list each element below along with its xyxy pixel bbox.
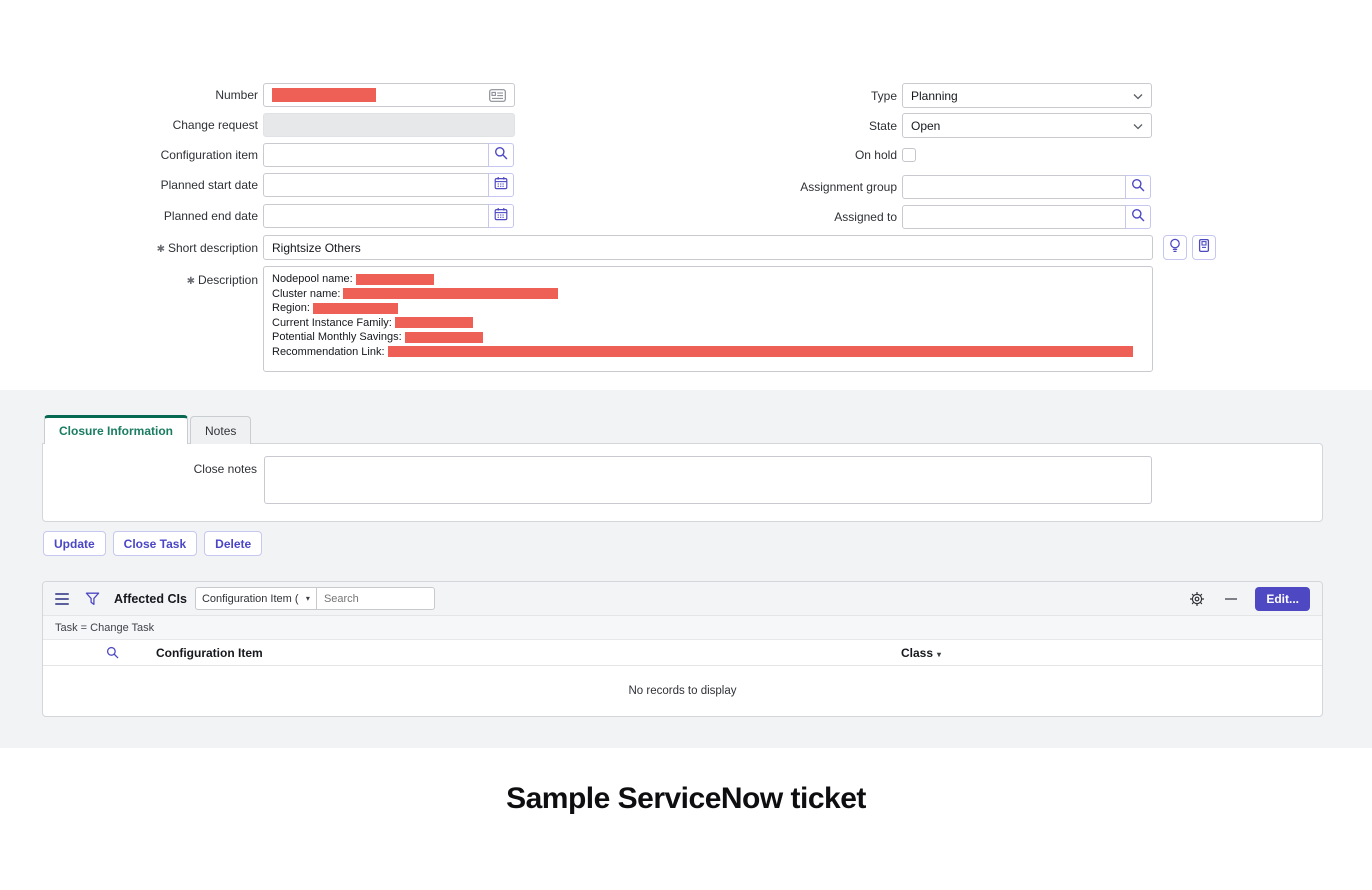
update-button[interactable]: Update	[43, 531, 106, 556]
number-label: Number	[0, 88, 258, 102]
form-action-buttons: Update Close Task Delete	[43, 531, 262, 556]
planned-end-date-input[interactable]	[263, 204, 489, 228]
affected-cis-list: Affected CIs Configuration Item ( ▾ Edit…	[42, 581, 1323, 717]
description-line: Potential Monthly Savings:	[272, 330, 1144, 345]
close-notes-label: Close notes	[43, 456, 257, 476]
assignment-group-label: Assignment group	[645, 180, 897, 194]
caret-down-icon: ▾	[306, 594, 310, 603]
affected-cis-toolbar: Affected CIs Configuration Item ( ▾ Edit…	[43, 582, 1322, 616]
change-request-label: Change request	[0, 118, 258, 132]
redacted-value	[405, 332, 483, 343]
description-line: Cluster name:	[272, 287, 1144, 302]
short-description-label: ✱Short description	[0, 241, 258, 255]
tab-closure-information[interactable]: Closure Information	[44, 415, 188, 444]
type-select[interactable]: Planning	[902, 83, 1152, 108]
redacted-value	[343, 288, 558, 299]
search-field-selector[interactable]: Configuration Item ( ▾	[195, 587, 317, 610]
state-select[interactable]: Open	[902, 113, 1152, 138]
description-line: Recommendation Link:	[272, 345, 1144, 360]
assigned-to-lookup-button[interactable]	[1125, 205, 1151, 229]
edit-button[interactable]: Edit...	[1255, 587, 1310, 611]
search-icon	[494, 146, 508, 165]
on-hold-checkbox[interactable]	[902, 148, 916, 162]
type-value: Planning	[911, 89, 958, 103]
redacted-value	[388, 346, 1133, 357]
image-caption: Sample ServiceNow ticket	[0, 782, 1372, 816]
state-label: State	[645, 119, 897, 133]
search-icon	[1131, 208, 1145, 227]
change-task-form: Number Change request Configuration item	[0, 0, 1372, 390]
gear-icon[interactable]	[1189, 591, 1205, 607]
list-search-input[interactable]	[317, 587, 435, 610]
planned-end-date-calendar-button[interactable]	[488, 204, 514, 228]
knowledge-button[interactable]	[1192, 235, 1216, 260]
calendar-icon	[494, 207, 508, 226]
collapse-icon[interactable]	[1225, 598, 1237, 600]
calendar-icon	[494, 176, 508, 195]
planned-end-date-label: Planned end date	[0, 209, 258, 223]
list-header-row: Configuration Item Class▾	[43, 640, 1322, 666]
change-request-field	[263, 113, 515, 137]
configuration-item-input[interactable]	[263, 143, 489, 167]
redacted-value	[313, 303, 398, 314]
configuration-item-label: Configuration item	[0, 148, 258, 162]
configuration-item-lookup-button[interactable]	[488, 143, 514, 167]
empty-list-message: No records to display	[43, 666, 1322, 716]
on-hold-label: On hold	[645, 148, 897, 162]
state-value: Open	[911, 119, 940, 133]
column-header-class[interactable]: Class▾	[901, 646, 941, 660]
reference-card-icon	[489, 89, 506, 102]
delete-button[interactable]: Delete	[204, 531, 262, 556]
list-header-search-icon[interactable]	[106, 646, 119, 659]
planned-start-date-calendar-button[interactable]	[488, 173, 514, 197]
short-description-input[interactable]	[263, 235, 1153, 260]
chevron-down-icon	[1133, 89, 1143, 103]
caret-down-icon: ▾	[937, 650, 941, 659]
redacted-value	[395, 317, 473, 328]
affected-cis-title: Affected CIs	[114, 592, 187, 606]
planned-start-date-input[interactable]	[263, 173, 489, 197]
redacted-value	[356, 274, 434, 285]
page: Number Change request Configuration item	[0, 0, 1372, 890]
search-icon	[1131, 178, 1145, 197]
description-line: Current Instance Family:	[272, 316, 1144, 331]
close-task-button[interactable]: Close Task	[113, 531, 197, 556]
planned-start-date-label: Planned start date	[0, 178, 258, 192]
filter-icon[interactable]	[85, 592, 100, 606]
number-input[interactable]	[263, 83, 515, 107]
assigned-to-input[interactable]	[902, 205, 1126, 229]
assigned-to-label: Assigned to	[645, 210, 897, 224]
knowledge-icon	[1197, 238, 1211, 258]
chevron-down-icon	[1133, 119, 1143, 133]
suggestion-button[interactable]	[1163, 235, 1187, 260]
description-line: Region:	[272, 301, 1144, 316]
closure-information-panel: Close notes	[42, 443, 1323, 522]
assignment-group-lookup-button[interactable]	[1125, 175, 1151, 199]
description-label: ✱Description	[0, 266, 258, 287]
column-header-configuration-item[interactable]: Configuration Item	[156, 646, 263, 660]
description-textarea[interactable]: Nodepool name:Cluster name:Region:Curren…	[263, 266, 1153, 372]
lightbulb-icon	[1168, 238, 1182, 258]
required-icon: ✱	[157, 244, 165, 255]
assignment-group-input[interactable]	[902, 175, 1126, 199]
required-icon: ✱	[187, 276, 195, 287]
tab-notes[interactable]: Notes	[190, 416, 251, 444]
close-notes-textarea[interactable]	[264, 456, 1152, 504]
number-redacted-value	[272, 88, 376, 102]
list-breadcrumb[interactable]: Task = Change Task	[43, 616, 1322, 640]
description-line: Nodepool name:	[272, 272, 1144, 287]
type-label: Type	[645, 89, 897, 103]
list-menu-icon[interactable]	[55, 593, 69, 605]
tab-strip: Closure Information Notes	[44, 415, 251, 444]
